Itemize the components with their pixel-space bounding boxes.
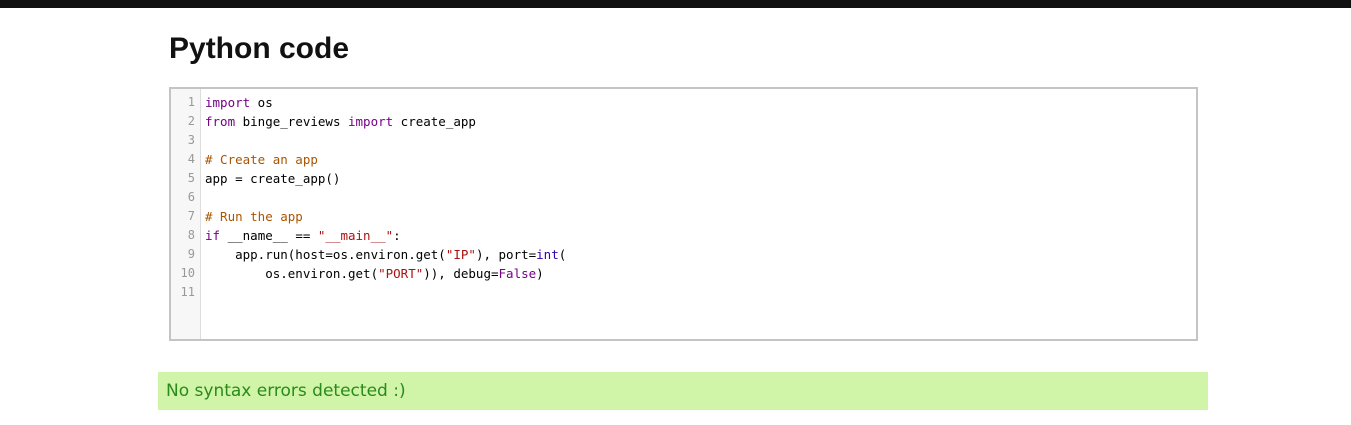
code-line[interactable]: from binge_reviews import create_app xyxy=(205,112,1196,131)
code-token-plain: os xyxy=(250,95,273,110)
code-token-keyword: from xyxy=(205,114,236,129)
line-number: 8 xyxy=(187,228,195,242)
code-token-string: "__main__" xyxy=(317,228,394,243)
code-token-plain: ( xyxy=(558,247,567,262)
code-token-string: "PORT" xyxy=(378,266,424,281)
code-line[interactable]: app.run(host=os.environ.get("IP"), port=… xyxy=(205,245,1196,264)
code-line[interactable]: ​ xyxy=(205,283,1196,302)
line-number: 1 xyxy=(187,95,195,109)
code-line[interactable]: ​ xyxy=(205,188,1196,207)
code-token-keyword: import xyxy=(348,114,394,129)
code-editor[interactable]: 1 2 3 4 5 6 7 8 9 10 11 import os from binge_review… xyxy=(169,87,1198,341)
code-area[interactable]: import os from binge_reviews import creat… xyxy=(205,93,1196,302)
line-number: 4 xyxy=(187,152,195,166)
code-token-comment: # Run the app xyxy=(205,209,303,224)
code-line[interactable]: import os xyxy=(205,93,1196,112)
syntax-status-message: No syntax errors detected :) xyxy=(158,372,1208,410)
line-number: 11 xyxy=(180,285,195,299)
code-token-string: "IP" xyxy=(445,247,476,262)
page-title: Python code xyxy=(169,32,350,65)
line-number: 5 xyxy=(187,171,195,185)
code-token-plain: app.run(host=os.environ.get( xyxy=(205,247,446,262)
code-token-plain: : xyxy=(393,228,401,243)
code-token-plain: app = create_app() xyxy=(205,171,341,186)
code-token-plain: __name__ == xyxy=(220,228,318,243)
code-token-keyword: import xyxy=(205,95,251,110)
code-line[interactable]: os.environ.get("PORT")), debug=False) xyxy=(205,264,1196,283)
top-bar xyxy=(0,0,1351,8)
code-token-plain: binge_reviews xyxy=(235,114,348,129)
code-token-keyword: if xyxy=(205,228,221,243)
code-token-comment: # Create an app xyxy=(205,152,318,167)
line-number: 3 xyxy=(187,133,195,147)
code-token-plain: os.environ.get( xyxy=(205,266,379,281)
code-token-builtin: int xyxy=(536,247,559,262)
code-line[interactable]: # Run the app xyxy=(205,207,1196,226)
code-line[interactable]: app = create_app() xyxy=(205,169,1196,188)
code-line[interactable]: if __name__ == "__main__": xyxy=(205,226,1196,245)
code-token-keyword: False xyxy=(498,266,537,281)
code-token-plain: create_app xyxy=(393,114,476,129)
line-number: 7 xyxy=(187,209,195,223)
code-token-plain: )), debug= xyxy=(423,266,499,281)
code-token-plain: ), port= xyxy=(475,247,537,262)
code-line[interactable]: ​ xyxy=(205,131,1196,150)
code-line[interactable]: # Create an app xyxy=(205,150,1196,169)
line-number: 9 xyxy=(187,247,195,261)
line-number: 10 xyxy=(180,266,195,280)
line-number: 6 xyxy=(187,190,195,204)
line-number: 2 xyxy=(187,114,195,128)
line-number-gutter: 1 2 3 4 5 6 7 8 9 10 11 xyxy=(171,89,201,339)
code-token-plain: ) xyxy=(536,266,544,281)
